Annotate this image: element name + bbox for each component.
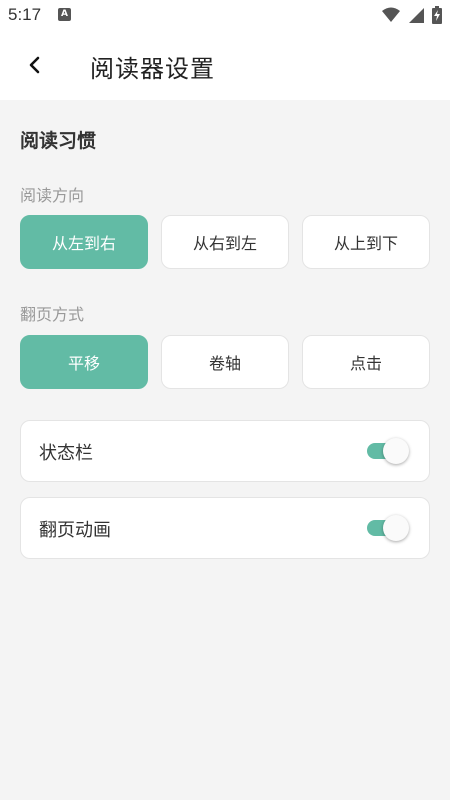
page-turn-animation-toggle-row: 翻页动画 — [20, 497, 430, 559]
status-bar-toggle-row: 状态栏 — [20, 420, 430, 482]
direction-top-to-bottom-button[interactable]: 从上到下 — [302, 215, 430, 269]
page-turn-scroll-button[interactable]: 卷轴 — [161, 335, 289, 389]
back-button[interactable] — [20, 50, 50, 80]
page-turn-tap-button[interactable]: 点击 — [302, 335, 430, 389]
page-turn-animation-switch[interactable] — [367, 515, 409, 541]
status-bar-switch[interactable] — [367, 438, 409, 464]
settings-content: 阅读习惯 阅读方向 从左到右 从右到左 从上到下 翻页方式 平移 卷轴 点击 状… — [0, 100, 450, 800]
reading-direction-label: 阅读方向 — [20, 186, 85, 205]
page-turn-animation-toggle-label: 翻页动画 — [39, 520, 111, 541]
status-icons — [382, 6, 442, 24]
chevron-left-icon — [29, 56, 40, 74]
status-time: 5:17 — [8, 5, 42, 24]
page-title: 阅读器设置 — [90, 55, 215, 83]
direction-left-to-right-button[interactable]: 从左到右 — [20, 215, 148, 269]
status-bar-toggle-label: 状态栏 — [39, 443, 93, 464]
screen: 5:17 A 阅读器设置 阅读习惯 阅读方向 从左到右 从右到左 从上到下 翻页… — [0, 0, 450, 800]
section-title-reading-habits: 阅读习惯 — [20, 130, 97, 152]
page-turn-slide-button[interactable]: 平移 — [20, 335, 148, 389]
direction-right-to-left-button[interactable]: 从右到左 — [161, 215, 289, 269]
app-bar: 阅读器设置 — [0, 30, 450, 100]
reading-direction-options: 从左到右 从右到左 从上到下 — [20, 215, 430, 269]
page-turn-label: 翻页方式 — [20, 305, 85, 324]
switch-thumb — [383, 515, 409, 541]
battery-charging-icon — [432, 6, 442, 24]
notification-icon: A — [58, 8, 71, 21]
status-bar: 5:17 A — [0, 0, 450, 30]
signal-icon — [409, 8, 424, 23]
wifi-icon — [382, 7, 400, 22]
switch-thumb — [383, 438, 409, 464]
page-turn-options: 平移 卷轴 点击 — [20, 335, 430, 389]
